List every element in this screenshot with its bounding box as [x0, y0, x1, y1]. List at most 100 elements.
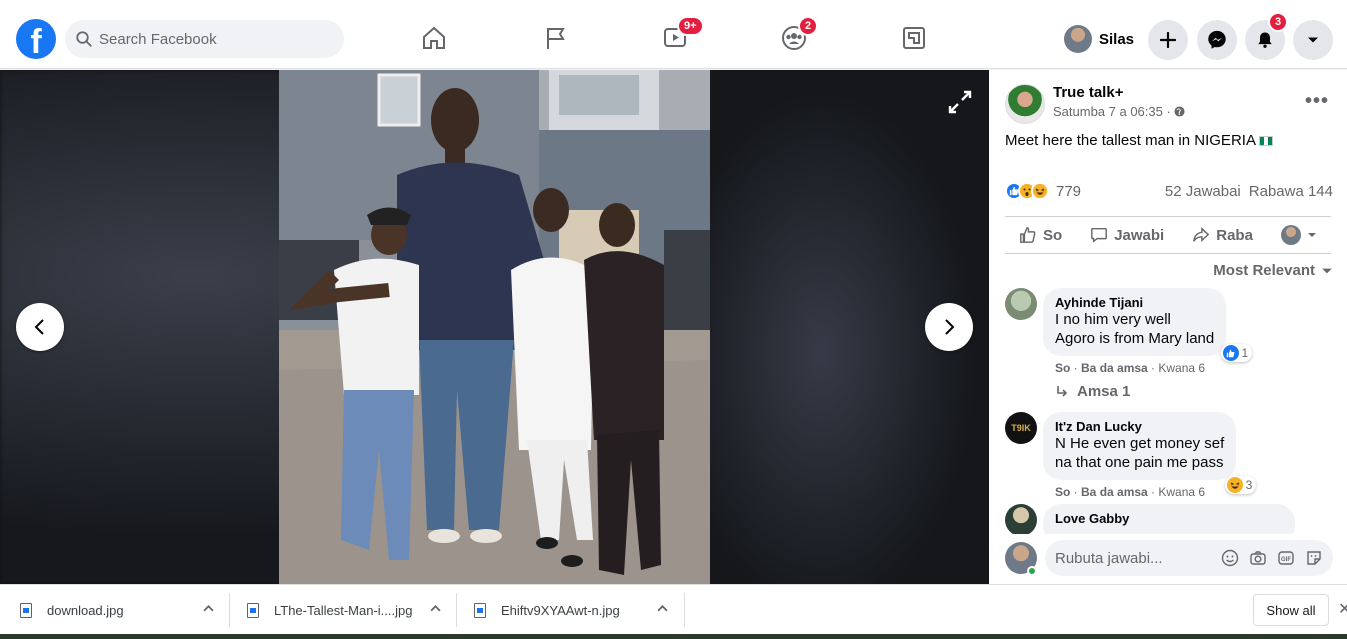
- download-filename: download.jpg: [47, 602, 124, 618]
- divider: [229, 593, 230, 627]
- gif-icon[interactable]: GIF: [1277, 549, 1295, 567]
- comment-input[interactable]: [1055, 549, 1205, 567]
- download-item[interactable]: LThe-Tallest-Man-i....jpg: [247, 585, 441, 635]
- download-item[interactable]: Ehiftv9XYAAwt-n.jpg: [474, 585, 668, 635]
- comment-line: na that one pain me pass: [1055, 454, 1224, 471]
- comment-actions: So · Ba da amsa · Kwana 6: [1055, 361, 1206, 375]
- comment-time[interactable]: Kwana 6: [1158, 485, 1205, 499]
- search-bar[interactable]: [65, 20, 344, 58]
- commenter-avatar[interactable]: [1005, 288, 1037, 320]
- post-time-text: Satumba 7 a 06:35 ·: [1053, 104, 1171, 119]
- comment-sort-dropdown[interactable]: Most Relevant: [1213, 262, 1333, 279]
- avatar-text: T9IK: [1011, 423, 1031, 433]
- gaming-icon: [903, 27, 925, 49]
- share-icon: [1193, 227, 1210, 243]
- account-menu-button[interactable]: [1293, 20, 1333, 60]
- haha-reaction-icon: [1031, 182, 1049, 200]
- comment-item: T9IK It'z Dan Lucky N He even get money …: [1005, 412, 1257, 494]
- profile-chip[interactable]: Silas: [1064, 24, 1134, 54]
- shares-count[interactable]: Rabawa 144: [1249, 183, 1333, 200]
- commenter-avatar[interactable]: [1005, 504, 1037, 536]
- comment-sort-label: Most Relevant: [1213, 262, 1315, 279]
- taskbar-strip: [0, 634, 1347, 639]
- comment-reactions[interactable]: 1: [1220, 344, 1253, 362]
- chevron-up-icon[interactable]: [203, 603, 214, 617]
- chevron-up-icon[interactable]: [430, 603, 441, 617]
- download-item[interactable]: download.jpg: [20, 585, 214, 635]
- groups-badge: 2: [798, 16, 819, 36]
- comment-input-box[interactable]: GIF: [1045, 540, 1333, 576]
- image-file-icon: [474, 602, 486, 618]
- share-button[interactable]: Raba: [1192, 226, 1253, 244]
- like-reaction-icon: [1222, 345, 1239, 361]
- comment-button[interactable]: Jawabi: [1090, 226, 1164, 244]
- commenter-name[interactable]: Love Gabby: [1055, 511, 1283, 526]
- notifications-button[interactable]: 3: [1245, 12, 1289, 60]
- facebook-header: f 9+ 2 Silas 3: [0, 8, 1347, 69]
- fullscreen-icon[interactable]: [946, 88, 974, 116]
- commenter-avatar[interactable]: T9IK: [1005, 412, 1037, 444]
- sticker-icon[interactable]: [1305, 549, 1323, 567]
- post-photo: [279, 70, 710, 584]
- post-timestamp[interactable]: Satumba 7 a 06:35 ·: [1053, 104, 1185, 119]
- nav-watch[interactable]: 9+: [659, 16, 704, 54]
- comment-reply-link[interactable]: Ba da amsa: [1081, 361, 1148, 375]
- create-button[interactable]: [1148, 20, 1188, 60]
- close-icon[interactable]: ✕: [1338, 599, 1347, 619]
- comments-count[interactable]: 52 Jawabai: [1165, 183, 1241, 200]
- comment-like-link[interactable]: So: [1055, 485, 1070, 499]
- commenter-name[interactable]: It'z Dan Lucky: [1055, 419, 1224, 434]
- reaction-count[interactable]: 779: [1056, 183, 1081, 200]
- nav-pages[interactable]: [539, 22, 571, 54]
- caret-down-icon: [1308, 37, 1318, 43]
- messenger-button[interactable]: [1197, 20, 1237, 60]
- comment-line: Agoro is from Mary land: [1055, 330, 1215, 347]
- show-all-downloads-button[interactable]: Show all: [1253, 594, 1329, 626]
- comment-reaction-count: 1: [1241, 346, 1249, 360]
- comment-like-link[interactable]: So: [1055, 361, 1070, 375]
- download-filename: LThe-Tallest-Man-i....jpg: [274, 602, 413, 618]
- react-as-selector[interactable]: [1280, 225, 1317, 245]
- nav-home[interactable]: [418, 22, 450, 54]
- nav-gaming[interactable]: [898, 22, 930, 54]
- search-input[interactable]: [99, 30, 319, 48]
- post-text: Meet here the tallest man in NIGERIA: [1005, 132, 1273, 149]
- chevron-up-icon[interactable]: [657, 603, 668, 617]
- divider: [456, 593, 457, 627]
- next-photo-button[interactable]: [925, 303, 973, 351]
- more-options-icon[interactable]: •••: [1305, 90, 1329, 113]
- comment-reaction-count: 3: [1245, 478, 1253, 492]
- thumbs-up-icon: [1020, 227, 1036, 243]
- comment-icon: [1091, 227, 1108, 243]
- post-author[interactable]: True talk+: [1053, 84, 1185, 101]
- messenger-icon: [1208, 30, 1226, 49]
- camera-icon[interactable]: [1249, 549, 1267, 567]
- plus-icon: [1159, 31, 1177, 49]
- avatar: [1280, 225, 1301, 245]
- image-file-icon: [20, 602, 32, 618]
- comment-label: Jawabi: [1114, 226, 1165, 244]
- commenter-name[interactable]: Ayhinde Tijani: [1055, 295, 1214, 310]
- photo-viewer: [0, 70, 989, 584]
- browser-top-strip: [0, 0, 1347, 8]
- haha-reaction-icon: [1226, 477, 1243, 493]
- view-replies-link[interactable]: Amsa 1: [1055, 383, 1130, 400]
- bell-icon: [1258, 32, 1272, 48]
- comment-reply-link[interactable]: Ba da amsa: [1081, 485, 1148, 499]
- comment-reactions[interactable]: 3: [1224, 476, 1257, 494]
- caret-down-icon: [1322, 268, 1332, 273]
- emoji-icon[interactable]: [1221, 549, 1239, 567]
- comment-bubble: It'z Dan Lucky N He even get money sef n…: [1043, 412, 1257, 494]
- watch-badge: 9+: [677, 16, 704, 36]
- share-label: Raba: [1216, 226, 1253, 244]
- avatar: [1064, 25, 1092, 53]
- svg-text:GIF: GIF: [1281, 557, 1291, 563]
- caret-down-icon: [1307, 233, 1316, 237]
- like-button[interactable]: So: [1019, 226, 1062, 244]
- reply-arrow-icon: [1057, 385, 1068, 397]
- comment-time[interactable]: Kwana 6: [1158, 361, 1205, 375]
- page-avatar[interactable]: [1005, 84, 1045, 124]
- nav-groups[interactable]: 2: [778, 16, 819, 54]
- previous-photo-button[interactable]: [16, 303, 64, 351]
- facebook-logo-icon[interactable]: f: [16, 19, 56, 59]
